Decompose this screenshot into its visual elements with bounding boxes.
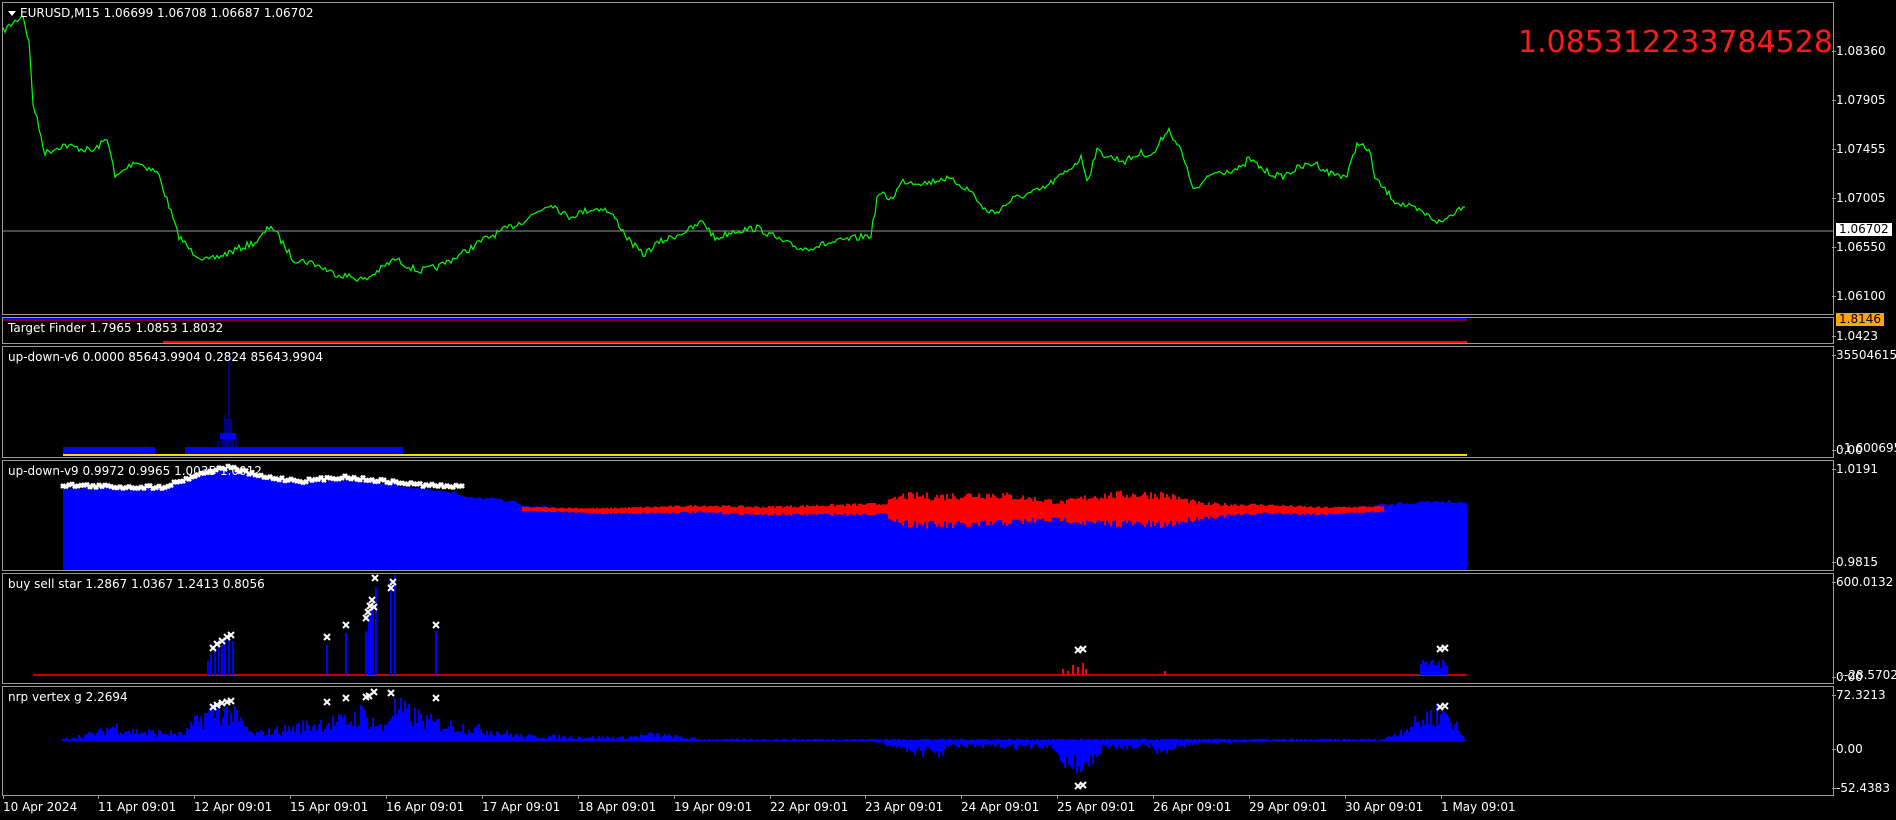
time-label: 1 May 09:01	[1441, 795, 1516, 814]
up-down-v6-tick-top: 355046150	[1832, 348, 1896, 362]
bss-star	[1074, 646, 1082, 654]
buy-sell-star-axis: 600.0132 0.00 -28.5702	[1831, 573, 1896, 684]
time-label: 15 Apr 09:01	[290, 795, 369, 814]
time-label: 24 Apr 09:01	[961, 795, 1040, 814]
time-label: 22 Apr 09:01	[770, 795, 849, 814]
nrp-histogram-bars	[62, 698, 1466, 774]
up-down-v9-histogram	[60, 463, 1467, 570]
v9-blue-area	[63, 468, 1467, 570]
time-label: 23 Apr 09:01	[865, 795, 944, 814]
bss-star	[371, 574, 379, 582]
price-tick: 1.07455	[1832, 142, 1886, 156]
target-finder-pane[interactable]: Target Finder 1.7965 1.0853 1.8032	[2, 317, 1834, 344]
time-axis: 10 Apr 2024 11 Apr 09:01 12 Apr 09:01 15…	[0, 795, 1896, 820]
nrp-vertex-tick-bottom: -52.4383	[1832, 781, 1890, 795]
symbol-dropdown-icon[interactable]	[8, 11, 16, 16]
up-down-v6-tick-bottom: 1.6006959	[1840, 441, 1896, 455]
time-label: 11 Apr 09:01	[98, 795, 177, 814]
up-down-v9-tick-bottom: 0.9815	[1832, 555, 1878, 569]
bss-star	[323, 633, 331, 641]
nrp-vertex-histogram	[62, 688, 1466, 790]
nrp-star	[342, 694, 350, 702]
bss-star	[1079, 645, 1087, 653]
time-label: 10 Apr 2024	[3, 795, 78, 814]
target-finder-axis: 1.0423	[1832, 317, 1896, 344]
time-label: 19 Apr 09:01	[674, 795, 753, 814]
price-line-chart	[3, 15, 1833, 283]
time-label: 12 Apr 09:01	[194, 795, 273, 814]
bss-star	[342, 621, 350, 629]
v6-block	[63, 447, 155, 455]
time-label: 26 Apr 09:01	[1153, 795, 1232, 814]
nrp-star	[1079, 781, 1087, 789]
buy-sell-star-tick-top: 600.0132	[1831, 575, 1894, 589]
buy-sell-star-title: buy sell star 1.2867 1.0367 1.2413 0.805…	[8, 577, 265, 591]
nrp-vertex-title: nrp vertex g 2.2694	[8, 690, 128, 704]
time-label: 17 Apr 09:01	[482, 795, 561, 814]
up-down-v6-axis: 355046150 0.00 1.6006959	[1832, 346, 1896, 458]
time-label: 25 Apr 09:01	[1057, 795, 1136, 814]
nrp-vertex-axis: 72.3213 0.00 -52.4383	[1832, 686, 1896, 796]
up-down-v9-axis: 1.0191 0.9815	[1832, 460, 1896, 571]
nrp-star	[387, 689, 395, 697]
nrp-star	[1074, 782, 1082, 790]
bss-star	[368, 596, 376, 604]
v6-block	[220, 433, 236, 439]
main-chart-pane[interactable]: EURUSD,M15 1.06699 1.06708 1.06687 1.067…	[2, 2, 1834, 315]
up-down-v9-tick-top: 1.0191	[1832, 462, 1878, 476]
bss-star	[432, 621, 440, 629]
price-tick: 1.07905	[1832, 93, 1886, 107]
target-finder-tick: 1.0423	[1832, 329, 1878, 343]
current-price-label: 1.06702	[1836, 223, 1892, 236]
price-tick: 1.07005	[1832, 191, 1886, 205]
buy-sell-star-histogram	[33, 574, 1467, 676]
nrp-star	[1441, 702, 1449, 710]
nrp-star	[370, 688, 378, 696]
price-line	[3, 15, 1466, 283]
nrp-star	[432, 694, 440, 702]
target-finder-title: Target Finder 1.7965 1.0853 1.8032	[8, 321, 224, 335]
price-tick: 1.06100	[1832, 289, 1886, 303]
time-label: 30 Apr 09:01	[1345, 795, 1424, 814]
up-down-v9-title: up-down-v9 0.9972 0.9965 1.0035 1.0012	[8, 464, 262, 478]
main-chart-title: EURUSD,M15 1.06699 1.06708 1.06687 1.067…	[8, 6, 314, 20]
nrp-vertex-tick-top: 72.3213	[1832, 688, 1886, 702]
price-tick: 1.06550	[1832, 240, 1886, 254]
main-chart-title-text: EURUSD,M15 1.06699 1.06708 1.06687 1.067…	[20, 6, 314, 20]
time-label: 29 Apr 09:01	[1249, 795, 1328, 814]
up-down-v6-title: up-down-v6 0.0000 85643.9904 0.2824 8564…	[8, 350, 323, 364]
time-label: 16 Apr 09:01	[386, 795, 465, 814]
bss-star	[1441, 644, 1449, 652]
buy-sell-star-pane[interactable]: buy sell star 1.2867 1.0367 1.2413 0.805…	[2, 573, 1834, 684]
price-axis: 1.08360 1.07905 1.07455 1.07005 1.06550 …	[1832, 2, 1896, 315]
target-finder-lines	[3, 318, 1467, 343]
price-tick: 1.08360	[1832, 44, 1886, 58]
up-down-v9-pane[interactable]: up-down-v9 0.9972 0.9965 1.0035 1.0012	[2, 460, 1834, 571]
bss-star	[1436, 645, 1444, 653]
nrp-vertex-tick-mid: 0.00	[1832, 742, 1863, 756]
nrp-vertex-pane[interactable]: nrp vertex g 2.2694	[2, 686, 1834, 796]
buy-sell-star-tick-bottom: -28.5702	[1840, 668, 1896, 682]
nrp-star	[323, 698, 331, 706]
time-label: 18 Apr 09:01	[578, 795, 657, 814]
up-down-v6-pane[interactable]: up-down-v6 0.0000 85643.9904 0.2824 8564…	[2, 346, 1834, 458]
